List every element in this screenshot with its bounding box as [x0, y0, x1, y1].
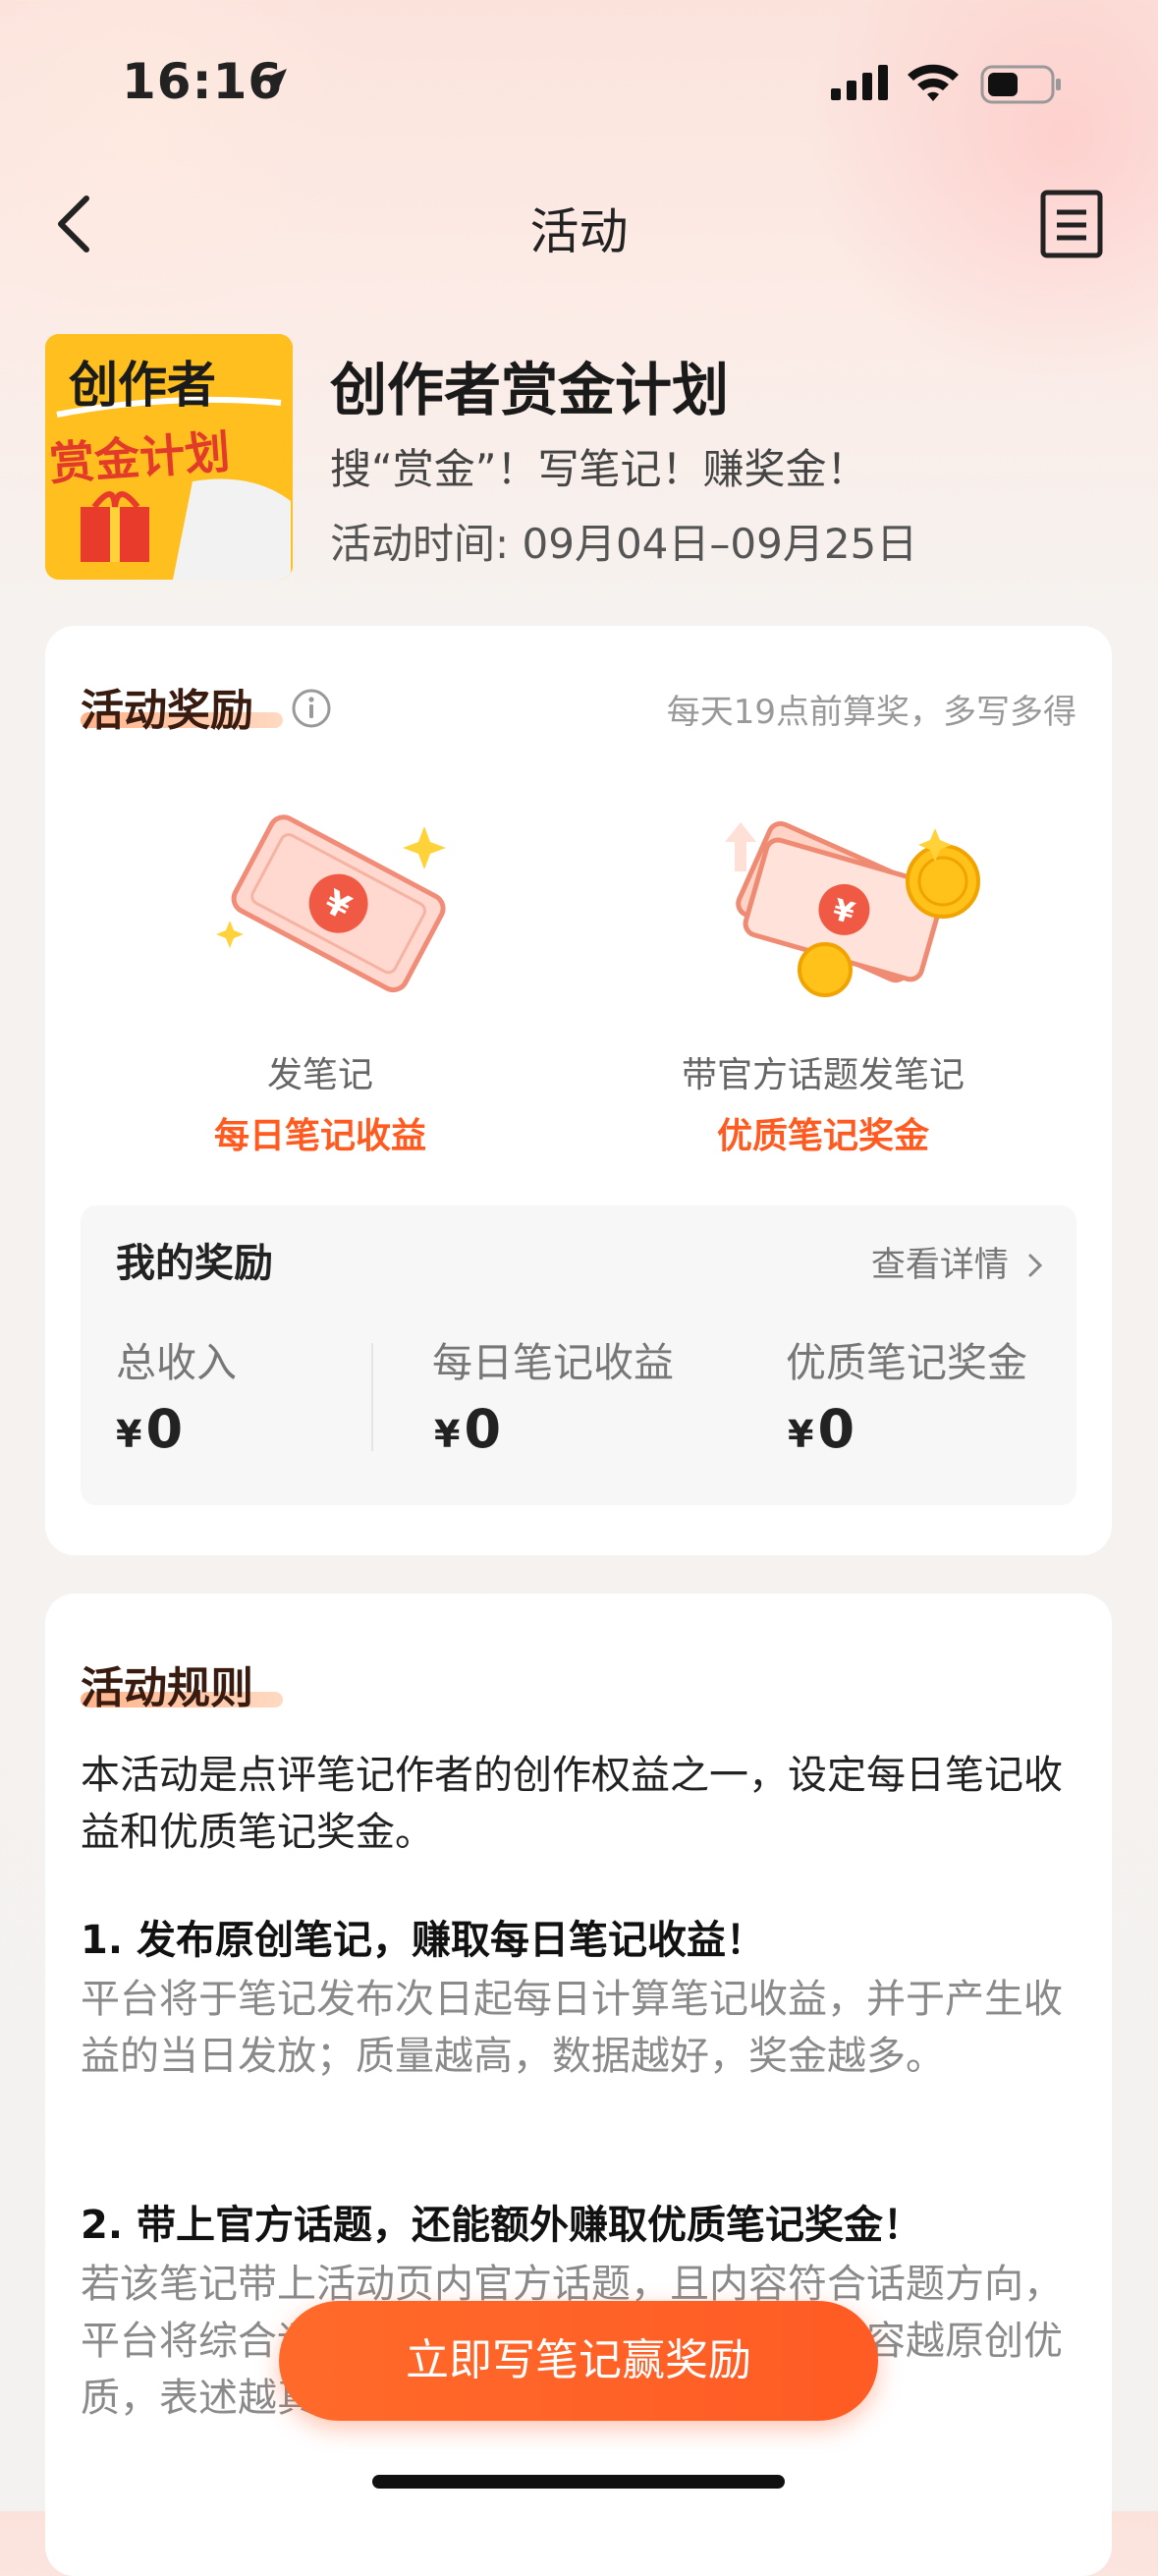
currency-symbol: ¥	[434, 1413, 461, 1456]
stat-quality-label: 优质笔记奖金	[786, 1339, 1027, 1386]
currency-symbol: ¥	[116, 1413, 142, 1456]
rule-1-heading: 1. 发布原创笔记，赚取每日笔记收益！	[81, 1918, 765, 1963]
activity-cover-image: 创作者 赏金计划	[45, 334, 293, 580]
reward-2-label: 带官方话题发笔记	[681, 1055, 965, 1095]
my-rewards-panel: 我的奖励 查看详情 总收入 ¥0 每日笔记收益 ¥0 优质笔记奖金 ¥0	[81, 1205, 1076, 1505]
banknote-icon: ¥	[216, 814, 446, 993]
bonus-money-icon: ¥	[725, 820, 980, 997]
view-details-link[interactable]: 查看详情	[871, 1237, 1045, 1287]
stat-daily-label: 每日笔记收益	[432, 1339, 674, 1386]
rules-intro: 本活动是点评笔记作者的创作权益之一，设定每日笔记收益和优质笔记奖金。	[81, 1753, 1063, 1855]
location-arrow-icon	[261, 69, 287, 94]
info-icon[interactable]	[291, 688, 332, 729]
rules-card: 活动规则 本活动是点评笔记作者的创作权益之一，设定每日笔记收益和优质笔记奖金。 …	[45, 1594, 1112, 2576]
stat-daily-amount: 0	[464, 1398, 502, 1460]
rule-1-body: 平台将于笔记发布次日起每日计算笔记收益，并于产生收益的当日发放；质量越高，数据越…	[81, 1977, 1063, 2079]
activity-subtitle: 搜“赏金”！写笔记！赚奖金！	[330, 445, 868, 493]
cover-text-line2: 赏金计划	[47, 424, 232, 491]
stat-total-amount: 0	[145, 1398, 184, 1460]
stat-quality-value: ¥0	[788, 1398, 855, 1460]
my-rewards-title: 我的奖励	[116, 1241, 273, 1286]
rule-2-heading: 2. 带上官方话题，还能额外赚取优质笔记奖金！	[81, 2203, 922, 2248]
activity-title: 创作者赏金计划	[330, 357, 730, 423]
stat-total-value: ¥0	[116, 1398, 183, 1460]
reward-2-name: 优质笔记奖金	[716, 1116, 929, 1156]
chevron-right-icon	[1028, 1254, 1043, 1277]
rewards-section-title: 活动奖励	[81, 686, 253, 736]
stat-total-label: 总收入	[116, 1339, 237, 1386]
document-list-icon[interactable]	[1039, 189, 1104, 259]
page-title: 活动	[529, 203, 629, 260]
view-details-label: 查看详情	[870, 1246, 1009, 1285]
stat-divider	[371, 1343, 373, 1451]
home-indicator	[372, 2475, 785, 2489]
wifi-icon	[908, 64, 959, 101]
currency-symbol: ¥	[788, 1413, 814, 1456]
rewards-tip: 每天19点前算奖，多写多得	[666, 693, 1076, 732]
rules-section-title: 活动规则	[81, 1663, 253, 1713]
battery-icon	[980, 65, 1061, 104]
cover-text-line1: 创作者	[69, 357, 216, 414]
reward-1-label: 发笔记	[266, 1055, 373, 1095]
cellular-signal-icon	[831, 65, 888, 100]
status-bar: 16:16	[0, 0, 1158, 167]
reward-1-name: 每日笔记收益	[213, 1116, 426, 1156]
write-note-cta-button[interactable]: 立即写笔记赢奖励	[279, 2301, 878, 2421]
rewards-card: 活动奖励 每天19点前算奖，多写多得 ¥ 发笔记 每日笔记收益 ¥ 带官方话题发…	[45, 626, 1112, 1555]
stat-daily-value: ¥0	[434, 1398, 501, 1460]
activity-time: 活动时间: 09月04日–09月25日	[330, 520, 918, 568]
stat-quality-amount: 0	[817, 1398, 855, 1460]
